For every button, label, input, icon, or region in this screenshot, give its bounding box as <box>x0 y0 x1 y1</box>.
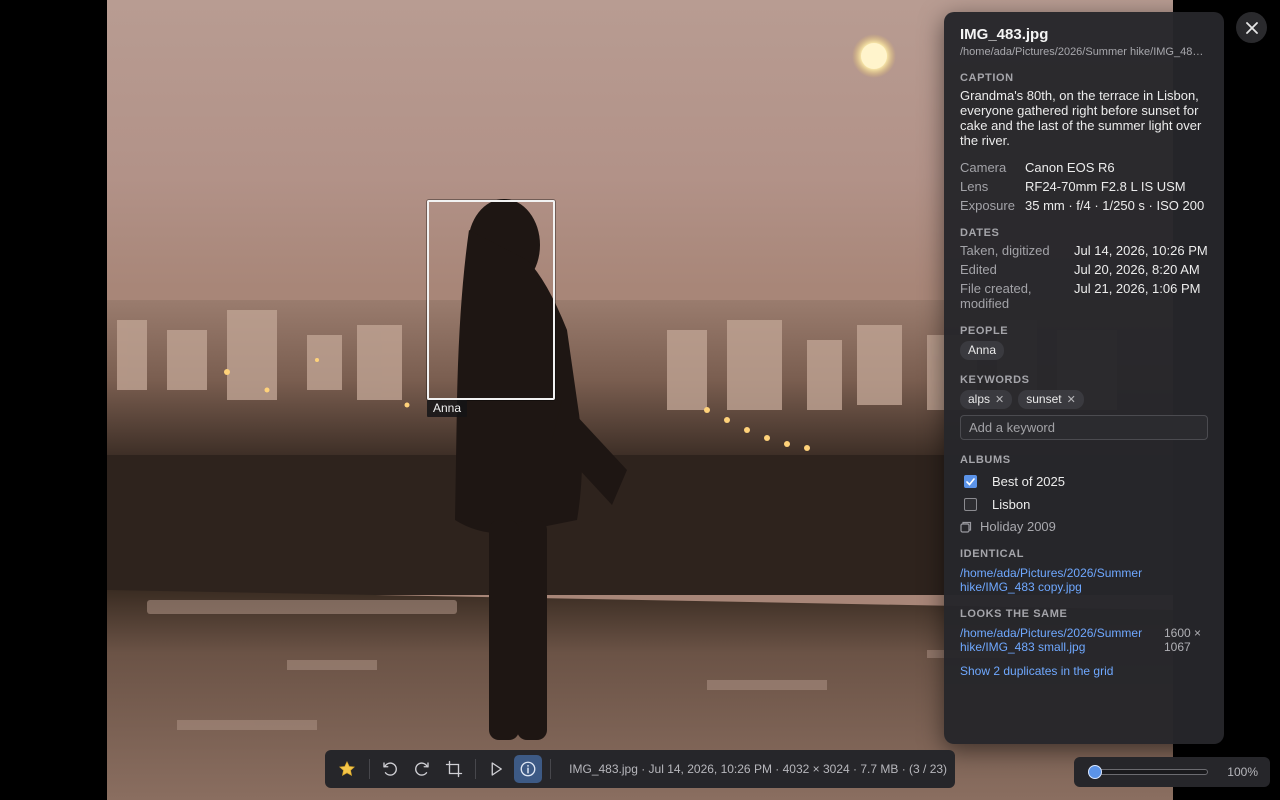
zoom-slider[interactable] <box>1088 765 1208 779</box>
meta-key: Exposure <box>960 198 1015 213</box>
rotate-right-button[interactable] <box>408 755 436 783</box>
meta-value: 35 mm · f/4 · 1/250 s · ISO 200 <box>1025 198 1205 213</box>
date-value: Jul 14, 2026, 10:26 PM <box>1074 243 1208 258</box>
remove-keyword-icon[interactable]: ✕ <box>1067 393 1076 406</box>
rotate-right-icon <box>414 762 429 776</box>
similar-file-link[interactable]: /home/ada/Pictures/2026/Summer hike/IMG_… <box>960 626 1150 654</box>
info-icon <box>520 761 536 777</box>
show-duplicates-link[interactable]: Show 2 duplicates in the grid <box>960 664 1208 678</box>
rotate-left-button[interactable] <box>376 755 404 783</box>
keyword-chip[interactable]: alps ✕ <box>960 390 1013 409</box>
albums-heading: ALBUMS <box>960 454 1011 466</box>
album-name: Best of 2025 <box>992 474 1065 489</box>
meta-key: Camera <box>960 160 1007 175</box>
file-name: IMG_483.jpg <box>960 26 1049 43</box>
meta-camera: Camera Canon EOS R6 <box>960 160 1208 175</box>
person-chip[interactable]: Anna <box>960 341 1005 360</box>
date-row: Taken, digitized Jul 14, 2026, 10:26 PM <box>960 243 1208 258</box>
smart-album-name: Holiday 2009 <box>980 519 1056 534</box>
toolbar-divider <box>475 759 477 779</box>
album-checkbox[interactable] <box>964 475 977 488</box>
camera-metadata: Camera Canon EOS R6 Lens RF24-70mm F2.8 … <box>960 160 1208 213</box>
zoom-slider-handle[interactable] <box>1088 765 1102 779</box>
meta-lens: Lens RF24-70mm F2.8 L IS USM <box>960 179 1208 194</box>
dates-list: Taken, digitized Jul 14, 2026, 10:26 PM … <box>960 243 1208 311</box>
identical-heading: IDENTICAL <box>960 548 1025 560</box>
keywords-list: alps ✕ sunset ✕ <box>960 390 1208 409</box>
zoom-control: 100% <box>1074 757 1270 787</box>
similar-heading: LOOKS THE SAME <box>960 608 1068 620</box>
dates-heading: DATES <box>960 227 1000 239</box>
checkmark-icon <box>966 477 975 486</box>
keyword-text: alps <box>968 392 991 406</box>
info-button[interactable] <box>514 755 543 783</box>
identical-file-link[interactable]: /home/ada/Pictures/2026/Summer hike/IMG_… <box>960 566 1142 594</box>
date-key: Taken, digitized <box>960 243 1050 258</box>
album-name: Lisbon <box>992 497 1031 512</box>
similar-file-size: 1600 × 1067 <box>1164 626 1202 654</box>
rotate-left-icon <box>383 762 397 776</box>
album-checkbox[interactable] <box>964 498 977 511</box>
image-summary: IMG_483.jpg · Jul 14, 2026, 10:26 PM · 4… <box>569 762 948 776</box>
date-row: File created, modified Jul 21, 2026, 1:0… <box>960 281 1208 311</box>
person-name: Anna <box>968 343 997 357</box>
viewer-toolbar: IMG_483.jpg · Jul 14, 2026, 10:26 PM · 4… <box>325 750 955 788</box>
date-row: Edited Jul 20, 2026, 8:20 AM <box>960 262 1208 277</box>
zoom-level: 100% <box>1227 765 1258 779</box>
caption-text[interactable]: Grandma's 80th, on the terrace in Lisbon… <box>960 88 1208 148</box>
close-button[interactable] <box>1236 12 1267 43</box>
file-path: /home/ada/Pictures/2026/Summer hike/IMG_… <box>960 46 1204 58</box>
toolbar-divider <box>550 759 552 779</box>
similar-file-row: /home/ada/Pictures/2026/Summer hike/IMG_… <box>960 626 1208 654</box>
remove-keyword-icon[interactable]: ✕ <box>995 393 1004 406</box>
favorite-button[interactable] <box>333 755 361 783</box>
slideshow-button[interactable] <box>482 755 510 783</box>
date-key: File created, modified <box>960 281 1032 311</box>
crop-icon <box>445 760 462 778</box>
keyword-text: sunset <box>1026 392 1062 406</box>
album-item[interactable]: Lisbon <box>960 497 1208 512</box>
lens-link[interactable]: RF24-70mm F2.8 L IS USM <box>1025 179 1186 194</box>
keywords-heading: KEYWORDS <box>960 374 1030 386</box>
people-list: Anna <box>960 341 1208 360</box>
close-icon <box>1245 21 1258 34</box>
keyword-input[interactable] <box>960 415 1208 440</box>
caption-heading: CAPTION <box>960 72 1014 84</box>
keyword-chip[interactable]: sunset ✕ <box>1018 390 1084 409</box>
info-panel: IMG_483.jpg /home/ada/Pictures/2026/Summ… <box>944 12 1224 744</box>
play-icon <box>491 762 503 776</box>
meta-key: Lens <box>960 179 989 194</box>
camera-link[interactable]: Canon EOS R6 <box>1025 160 1115 175</box>
meta-exposure: Exposure 35 mm · f/4 · 1/250 s · ISO 200 <box>960 198 1208 213</box>
face-box[interactable] <box>427 200 555 400</box>
date-value: Jul 20, 2026, 8:20 AM <box>1074 262 1200 277</box>
face-label[interactable]: Anna <box>427 400 468 417</box>
smart-album-item: Holiday 2009 <box>960 519 1208 534</box>
date-value: Jul 21, 2026, 1:06 PM <box>1074 281 1201 296</box>
people-heading: PEOPLE <box>960 325 1009 337</box>
date-key: Edited <box>960 262 997 277</box>
smart-album-icon <box>960 521 972 533</box>
crop-button[interactable] <box>440 755 468 783</box>
toolbar-divider <box>368 759 370 779</box>
star-icon <box>338 761 355 777</box>
album-item[interactable]: Best of 2025 <box>960 474 1208 489</box>
